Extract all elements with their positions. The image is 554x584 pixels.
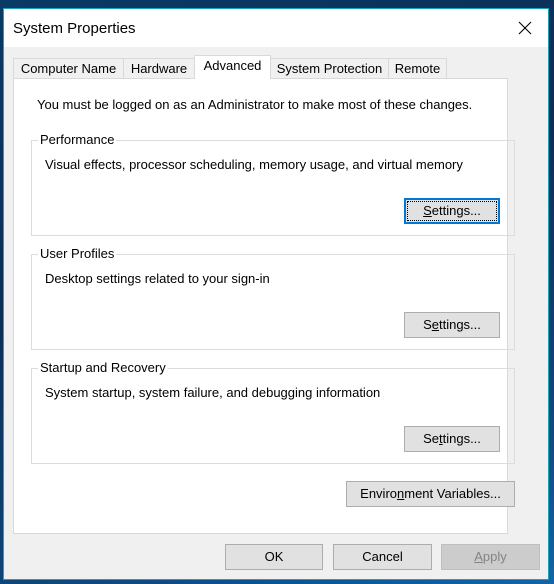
access-key: e (431, 317, 439, 332)
tab-hardware[interactable]: Hardware (123, 58, 195, 79)
startup-recovery-settings-button[interactable]: Settings... (404, 426, 500, 452)
environment-variables-button[interactable]: Environment Variables... (346, 481, 515, 507)
button-label-pre: S (423, 317, 432, 332)
access-key: A (474, 549, 483, 564)
close-button[interactable] (502, 9, 548, 47)
button-label-post: ttings... (438, 317, 481, 332)
button-label-pre: Se (423, 431, 439, 446)
button-label-post: tings... (442, 431, 481, 446)
performance-group-label: Performance (38, 132, 117, 148)
user-profiles-group: User Profiles Desktop settings related t… (31, 246, 515, 350)
tab-remote[interactable]: Remote (388, 58, 447, 79)
tab-system-protection[interactable]: System Protection (270, 58, 389, 79)
button-label-pre: Enviro (360, 486, 398, 501)
window-title: System Properties (13, 20, 136, 37)
tab-label: Advanced (203, 58, 262, 73)
apply-button[interactable]: Apply (441, 544, 540, 570)
tab-label: Hardware (130, 61, 188, 76)
startup-recovery-group: Startup and Recovery System startup, sys… (31, 360, 515, 464)
performance-description: Visual effects, processor scheduling, me… (45, 157, 463, 172)
title-bar: System Properties (4, 9, 548, 47)
advanced-tab-panel: You must be logged on as an Administrato… (13, 78, 515, 534)
tab-advanced[interactable]: Advanced (194, 55, 271, 79)
tab-label: Computer Name (20, 61, 117, 76)
button-label-post: ment Variables... (404, 486, 501, 501)
tab-label: Remote (394, 61, 441, 76)
user-profiles-settings-button[interactable]: Settings... (404, 312, 500, 338)
close-icon (518, 21, 532, 35)
tab-label: System Protection (276, 61, 383, 76)
button-label-post: pply (482, 549, 507, 564)
performance-group: Performance Visual effects, processor sc… (31, 132, 515, 236)
tab-computer-name[interactable]: Computer Name (13, 58, 124, 79)
user-profiles-group-label: User Profiles (38, 246, 117, 262)
system-properties-window: System Properties Computer Name Hardware… (3, 8, 549, 580)
focus-rectangle (407, 201, 497, 221)
admin-note: You must be logged on as an Administrato… (37, 97, 473, 112)
startup-recovery-group-label: Startup and Recovery (38, 360, 168, 376)
ok-button[interactable]: OK (225, 544, 323, 570)
startup-recovery-description: System startup, system failure, and debu… (45, 385, 381, 400)
cancel-button[interactable]: Cancel (333, 544, 432, 570)
performance-settings-button[interactable]: Settings... (404, 198, 500, 224)
user-profiles-description: Desktop settings related to your sign-in (45, 271, 270, 286)
